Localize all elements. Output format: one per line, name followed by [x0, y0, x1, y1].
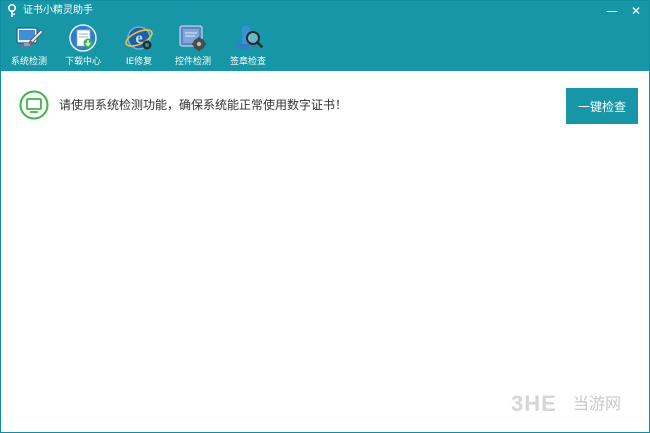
toolbar-item-label: 系统检测	[10, 57, 47, 67]
one-click-check-button[interactable]: 一键检查	[566, 88, 638, 124]
system-check-icon	[16, 27, 44, 48]
notice-banner: 请使用系统检测功能，确保系统能正常使用数字证书！	[19, 89, 559, 121]
close-icon: ✕	[630, 4, 642, 18]
app-window: 证书小精灵助手 — ✕ 系统检测 下载中心 e IE修复 控件检测 签章检查 请…	[0, 0, 650, 433]
window-title: 证书小精灵助手	[23, 5, 93, 16]
watermark-logo: 3HE	[511, 391, 557, 416]
toolbar: 系统检测 下载中心 e IE修复 控件检测 签章检查	[1, 21, 649, 71]
toolbar-item-ie-repair[interactable]: e IE修复	[111, 21, 167, 71]
toolbar-item-label: IE修复	[125, 57, 153, 67]
close-button[interactable]: ✕	[625, 1, 647, 21]
notice-message: 请使用系统检测功能，确保系统能正常使用数字证书！	[59, 98, 348, 112]
ie-repair-icon: e	[125, 26, 153, 50]
toolbar-item-label: 下载中心	[64, 57, 101, 67]
toolbar-item-control-check[interactable]: 控件检测	[165, 21, 221, 71]
minimize-button[interactable]: —	[601, 1, 623, 21]
watermark-text: 当游网	[573, 394, 622, 413]
toolbar-item-signature-check[interactable]: 签章检查	[220, 21, 276, 71]
signature-check-icon	[236, 25, 263, 49]
title-bar[interactable]: 证书小精灵助手 — ✕	[1, 1, 649, 21]
toolbar-item-system-check[interactable]: 系统检测	[1, 21, 57, 71]
minimize-icon: —	[606, 4, 618, 18]
monitor-icon	[19, 90, 49, 120]
toolbar-item-download-center[interactable]: 下载中心	[55, 21, 111, 71]
toolbar-item-label: 签章检查	[229, 57, 266, 67]
toolbar-item-label: 控件检测	[174, 57, 211, 67]
download-center-icon	[69, 24, 97, 52]
app-logo-icon	[8, 4, 16, 17]
control-check-icon	[179, 25, 206, 51]
